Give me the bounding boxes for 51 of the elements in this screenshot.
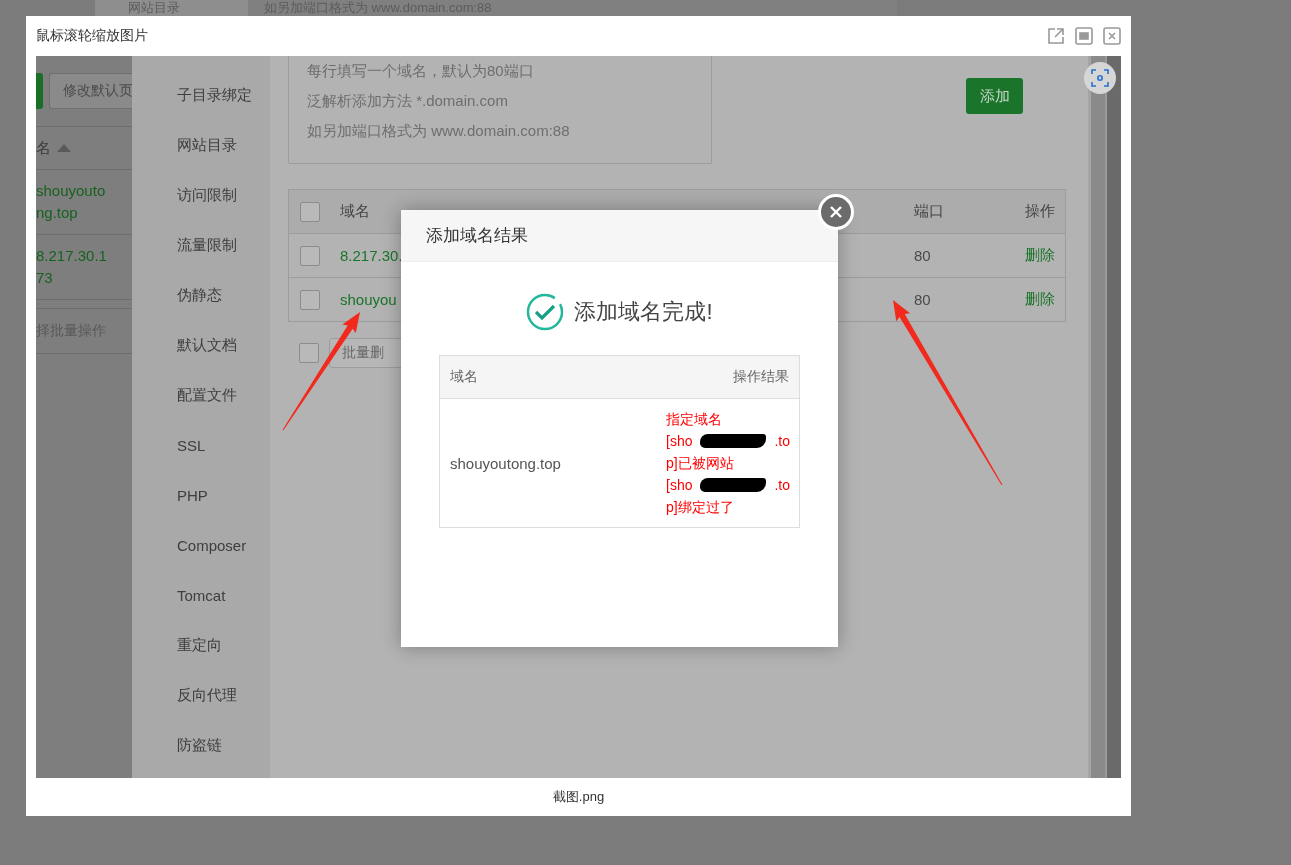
sidebar-item: 伪静态 (176, 284, 223, 305)
error-text: .to (774, 476, 790, 495)
placeholder-text: 泛解析添加方法 *.domain.com (307, 91, 508, 111)
sidebar-item: 重定向 (176, 634, 223, 655)
error-text: p]绑定过了 (666, 498, 734, 517)
port-cell: 80 (914, 247, 931, 264)
sort-up-icon (57, 144, 71, 152)
sidebar-item: 流量限制 (176, 234, 238, 255)
add-button[interactable]: 添加 (966, 78, 1023, 114)
sidebar-item: Tomcat (176, 585, 227, 606)
success-message: 添加域名完成! (574, 298, 713, 326)
placeholder-text: 如另加端口格式为 www.domain.com:88 (307, 121, 570, 141)
sidebar-item: PHP (176, 485, 209, 506)
sidebar-item: 反向代理 (176, 684, 238, 705)
sidebar-item: 配置文件 (176, 384, 238, 405)
fullscreen-icon[interactable] (1075, 27, 1093, 45)
dialog-title: 添加域名结果 (426, 225, 528, 247)
close-icon[interactable] (1103, 27, 1121, 45)
sidebar-item: 访问限制 (176, 184, 238, 205)
error-text: [sho (666, 432, 693, 451)
sidebar-item: SSL (176, 435, 207, 456)
close-icon (829, 205, 843, 219)
column-header: 端口 (914, 202, 944, 221)
column-header: 域名 (340, 202, 370, 221)
column-header: 操作结果 (733, 368, 789, 386)
error-text: 指定域名 (666, 410, 722, 429)
sidebar-item: Composer (176, 535, 248, 556)
error-text: [sho (666, 476, 693, 495)
port-cell: 80 (914, 291, 931, 308)
column-header: 域名 (450, 368, 478, 386)
redaction-mark (700, 478, 767, 492)
check-circle-icon (526, 293, 565, 331)
window-title: 鼠标滚轮缩放图片 (36, 27, 148, 45)
error-text: p]已被网站 (666, 454, 734, 473)
domain-link[interactable]: shouyou (340, 291, 397, 308)
open-external-icon[interactable] (1047, 27, 1065, 45)
domain-link[interactable]: 8.217.30. (340, 247, 403, 264)
delete-link[interactable]: 删除 (1025, 290, 1055, 309)
column-header: 操作 (1025, 202, 1056, 221)
sidebar-item: 防盗链 (176, 734, 223, 755)
delete-link[interactable]: 删除 (1025, 246, 1055, 265)
image-caption: 截图.png (552, 788, 605, 806)
column-header: 名 (36, 138, 51, 158)
sidebar-item: 子目录绑定 (176, 84, 253, 105)
sidebar-item: 网站目录 (176, 134, 238, 155)
domain-cell-text: shouyoutong.top (450, 454, 562, 472)
error-text: .to (774, 432, 790, 451)
sidebar-item: 默认文档 (176, 334, 238, 355)
redaction-mark (700, 434, 767, 448)
scan-icon[interactable] (1084, 62, 1116, 94)
button-edge (36, 73, 43, 109)
